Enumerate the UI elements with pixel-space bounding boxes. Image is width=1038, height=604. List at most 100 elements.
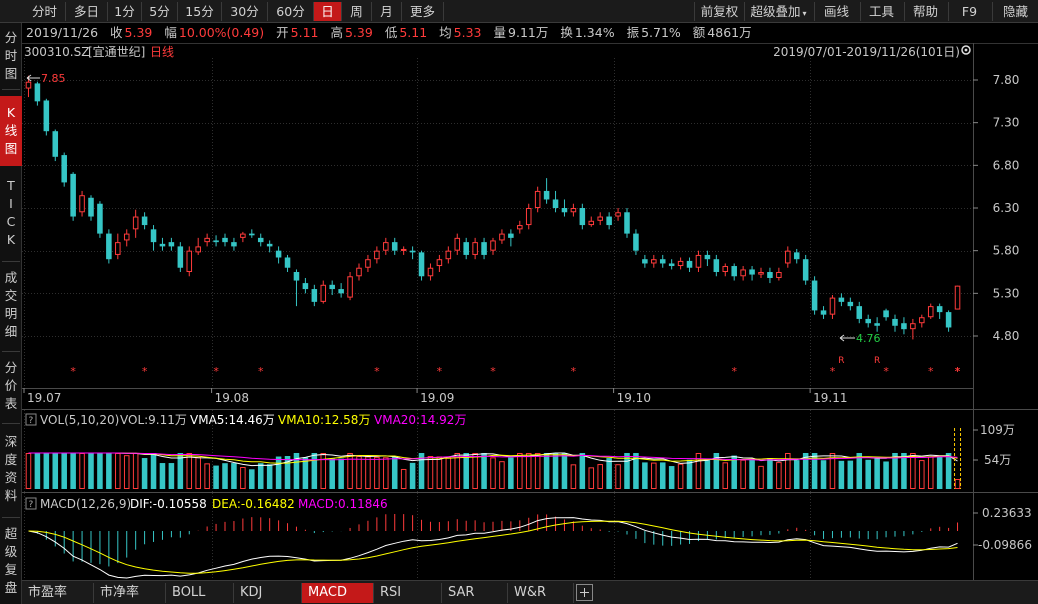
macd-axis-bottom: -0.09866 [978,538,1032,552]
candle-body [249,233,255,236]
low-label: 低 [384,25,398,40]
price-axis-label: 6.30 [993,201,1020,215]
tab-sar[interactable]: SAR [442,583,508,603]
candle [302,277,309,294]
tab-boll[interactable]: BOLL [166,583,234,603]
quote-info-bar: 2019/11/26 收 5.39 幅 10.00%(0.49) 开 5.11 高 5.… [22,23,1038,43]
candle-body [668,263,675,267]
candle [329,280,335,296]
volume-bar [400,468,407,489]
fuquan-button[interactable]: 前复权 [694,2,744,21]
volume-bar [472,453,478,489]
volume-bar [454,453,461,489]
volume-bar [275,456,282,489]
candle-body [579,208,586,226]
super-overlay-button[interactable]: 超级叠加 ▾ [744,2,812,21]
volume-bar [793,460,800,489]
candle-body [740,269,746,277]
sidebar-char: K [6,105,16,120]
volume-bar [749,459,755,489]
candle [659,254,666,268]
candle-body [543,190,550,200]
period-month-button[interactable]: 月 [372,2,402,21]
vma20-value: VMA20:14.92万 [374,413,466,427]
sidebar-item-super-review[interactable]: 超级复盘 [0,523,22,603]
volume-bar [52,453,59,489]
candle [606,212,612,230]
candle [106,229,112,264]
tab-kdj[interactable]: KDJ [234,583,302,603]
period-day-button[interactable]: 日 [314,2,342,21]
month-label: 19.11 [813,391,847,405]
tab-macd[interactable]: MACD [302,583,374,603]
kline-chart-area[interactable]: 300310.SZ [宜通世纪] 日线 2019/07/01-2019/11/2… [22,43,1038,580]
sidebar-item-fenshi[interactable]: 分时图 [0,27,22,85]
volume-bar [767,458,773,489]
period-15min-button[interactable]: 15分 [178,2,222,21]
period-30min-button[interactable]: 30分 [222,2,268,21]
candle-body [284,257,291,268]
help-button[interactable]: 帮助 [904,2,946,21]
price-axis-label: 5.80 [993,244,1020,258]
volume-bar [534,453,541,489]
sidebar-char: T [7,178,15,193]
volume-bar [356,456,362,489]
volume-bar [240,467,246,489]
sidebar-item-tick[interactable]: TICK [0,175,22,253]
volume-bar [329,458,335,489]
f9-button[interactable]: F9 [948,2,990,21]
sidebar-item-kline[interactable]: K线图 [0,96,22,166]
volume-legend: ? VOL(5,10,20) VOL:9.11万 VMA5:14.46万 VMA… [25,413,466,427]
period-5min-button[interactable]: 5分 [142,2,178,21]
change-value: 10.00%(0.49) [178,25,265,40]
settings-gear-icon[interactable] [961,45,971,55]
sidebar-char: 资 [4,470,18,485]
candle-body [606,216,612,226]
sidebar-item-price-table[interactable]: 分价表 [0,357,22,419]
candle-body [785,250,791,264]
month-label: 19.10 [617,391,651,405]
candle [52,129,59,162]
volume-bar [436,456,443,490]
tab-pe[interactable]: 市盈率 [22,583,94,603]
candle [704,250,711,267]
star-marker: * [142,365,148,378]
tools-button[interactable]: 工具 [860,2,902,21]
volume-bar [606,458,612,489]
hide-button[interactable]: 隐藏 [992,2,1038,21]
tab-pb[interactable]: 市净率 [94,583,166,603]
candle-body [802,259,809,281]
candle-body [874,323,880,326]
period-multiday-button[interactable]: 多日 [66,2,108,21]
period-more-button[interactable]: 更多 [402,2,444,21]
volume-bar [249,469,255,489]
volume-bar [499,461,505,489]
price-axis: 7.80 7.30 6.80 6.30 5.80 5.30 4.80 [973,73,1019,343]
candle-body [400,248,407,251]
candle [883,308,889,321]
volume-bar [383,457,389,489]
candle-body [722,266,729,273]
turnover-label: 换 [560,25,573,40]
sidebar-item-depth-info[interactable]: 深度资料 [0,431,22,511]
tab-wr[interactable]: W&R [508,583,574,603]
candle-body [534,190,541,208]
candle-body [436,259,443,267]
candle [266,240,273,253]
period-week-button[interactable]: 周 [342,2,372,21]
volume-bar [927,456,934,489]
candle-body [517,225,523,230]
candle-body [159,243,166,247]
candle [499,229,505,244]
period-1min-button[interactable]: 1分 [108,2,142,21]
candle [695,250,702,272]
tab-rsi[interactable]: RSI [374,583,442,603]
period-60min-button[interactable]: 60分 [268,2,314,21]
period-fenshi-button[interactable]: 分时 [24,2,66,21]
close-value: 5.39 [124,25,153,40]
month-label: 19.08 [215,391,249,405]
sidebar-item-trade-detail[interactable]: 成交明细 [0,267,22,347]
volume-bar [642,462,648,489]
add-tab-button[interactable] [576,584,593,601]
draw-line-button[interactable]: 画线 [814,2,858,21]
